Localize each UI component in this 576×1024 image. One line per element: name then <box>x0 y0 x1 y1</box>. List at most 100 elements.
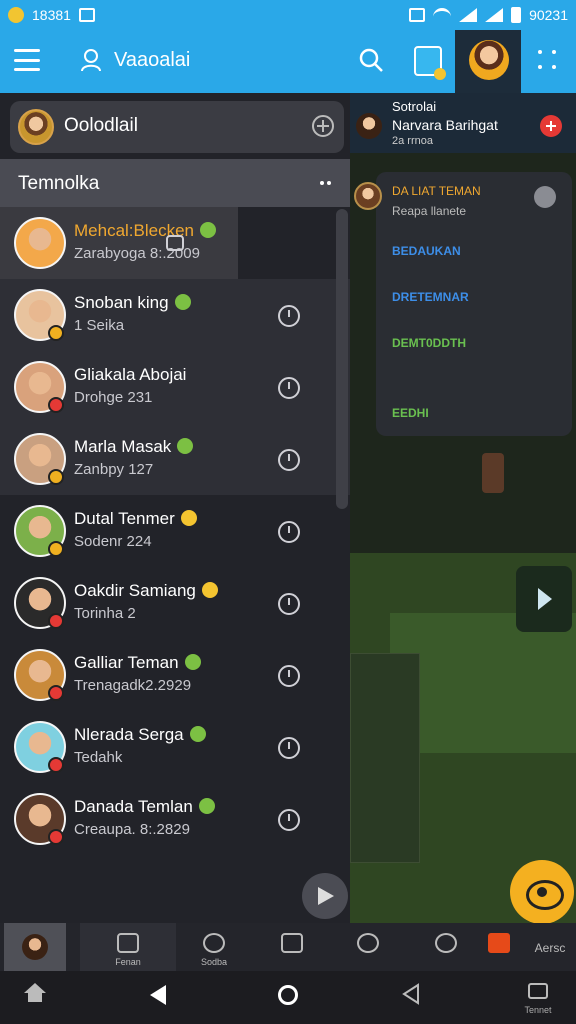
contact-name: Galliar Teman <box>74 653 201 673</box>
status-badge <box>48 469 64 485</box>
add-red-icon[interactable] <box>540 115 562 137</box>
notification-line1: Sotrolai <box>392 99 437 114</box>
contact-subtitle: Trenagadk2.2929 <box>74 677 192 694</box>
contact-name: Mehcal:Blecken <box>74 221 217 241</box>
popup-title: DA LIAT TEMAN <box>392 184 481 198</box>
contact-row[interactable]: Galliar Teman Trenagadk2.2929 <box>0 639 350 711</box>
recents-label: Tennet <box>524 1005 552 1015</box>
next-arrow-button[interactable] <box>516 566 572 632</box>
tab-music[interactable] <box>264 923 320 971</box>
clock-icon[interactable] <box>278 737 300 759</box>
contact-name-text: Oakdir Samiang <box>74 581 196 600</box>
chat-icon <box>357 933 379 953</box>
tab-profile[interactable] <box>4 923 66 971</box>
menu-icon[interactable] <box>14 49 40 71</box>
tab-video[interactable] <box>474 923 524 971</box>
clock-icon[interactable] <box>278 377 300 399</box>
contact-row[interactable]: Marla Masak Zanbpy 127 <box>0 423 350 495</box>
status-badge <box>48 397 64 413</box>
character-sprite <box>482 453 504 493</box>
contact-row[interactable]: Danada Temlan Creaupa. 8:.2829 <box>0 783 350 855</box>
contact-row[interactable]: Dutal Tenmer Sodenr 224 <box>0 495 350 567</box>
popup-avatar <box>354 182 382 210</box>
popup-option[interactable]: BEDAUKAN <box>392 244 461 258</box>
status-badge <box>48 613 64 629</box>
close-icon[interactable] <box>534 186 556 208</box>
back-icon[interactable] <box>150 985 166 1005</box>
contact-subtitle: Sodenr 224 <box>74 533 152 550</box>
emoji-icon <box>177 438 194 454</box>
section-options-icon[interactable] <box>320 181 332 185</box>
scrollbar[interactable] <box>336 209 348 509</box>
contact-subtitle: Drohge 231 <box>74 389 153 406</box>
avatar-icon <box>22 934 48 960</box>
emoji-icon <box>180 510 197 526</box>
emoji-icon <box>200 222 217 238</box>
account-button[interactable] <box>455 30 521 93</box>
contact-list: Mehcal:Blecken Zarabyoga 8:.2009 Snoban ki… <box>0 207 350 855</box>
contact-row[interactable]: Oakdir Samiang Torinha 2 <box>0 567 350 639</box>
tab-aersc[interactable]: Aersc <box>524 923 576 971</box>
forward-button[interactable] <box>302 873 348 919</box>
app-title: Vaaoalai <box>114 49 191 71</box>
popup-subtitle: Reapa llanete <box>392 204 467 218</box>
contact-name: Marla Masak <box>74 437 194 457</box>
terrain-wall <box>350 653 420 863</box>
contact-row[interactable]: Mehcal:Blecken Zarabyoga 8:.2009 <box>0 207 238 279</box>
notification-banner[interactable]: Sotrolai Narvara Barihgat 2a rrnoa <box>350 93 576 153</box>
status-badge <box>48 325 64 341</box>
clock-icon[interactable] <box>278 305 300 327</box>
app-root: 18381 90231 Vaaoalai Oolodlail Temnolka … <box>0 0 576 1024</box>
emoji-icon <box>174 294 191 310</box>
status-time-right: 90231 <box>529 7 568 23</box>
section-header: Temnolka <box>0 159 350 207</box>
tab-label: Sodba <box>200 957 228 967</box>
person-icon <box>81 49 101 72</box>
contact-subtitle: Tedahk <box>74 749 123 766</box>
notification-line2: Narvara Barihgat <box>392 117 498 133</box>
tab-search[interactable]: Sodba <box>186 923 242 971</box>
clock-icon[interactable] <box>278 593 300 615</box>
contact-subtitle: 1 Seika <box>74 317 125 334</box>
popup-option[interactable]: DEMT0DDTH <box>392 336 466 350</box>
tab-label: Fenan <box>115 957 141 967</box>
add-icon[interactable] <box>312 115 334 137</box>
status-badge <box>48 757 64 773</box>
contact-subtitle: Torinha 2 <box>74 605 136 622</box>
home-button-icon[interactable] <box>278 985 298 1005</box>
emoji-icon <box>184 654 201 670</box>
clock-icon[interactable] <box>278 809 300 831</box>
emoji-icon <box>435 933 457 953</box>
status-badge <box>48 685 64 701</box>
app-bar: Vaaoalai <box>0 30 576 93</box>
group-icon <box>117 933 139 953</box>
recents-icon[interactable] <box>528 983 548 999</box>
view-fab-button[interactable] <box>510 860 574 924</box>
notification-icon <box>8 7 24 23</box>
contact-row[interactable]: Nlerada Serga Tedahk <box>0 711 350 783</box>
emoji-icon <box>198 798 215 814</box>
message-icon <box>78 8 95 22</box>
contact-name-text: Galliar Teman <box>74 653 179 672</box>
search-icon[interactable] <box>358 47 384 73</box>
stop-icon[interactable] <box>166 235 184 251</box>
tab-chat[interactable] <box>340 923 396 971</box>
more-options-icon[interactable] <box>538 50 558 72</box>
popup-option[interactable]: EEDHI <box>392 406 429 420</box>
back-outline-icon[interactable] <box>400 983 422 1005</box>
home-icon[interactable] <box>24 983 46 1003</box>
contact-name-text: Dutal Tenmer <box>74 509 175 528</box>
profile-card[interactable]: Oolodlail <box>10 101 344 153</box>
avatar <box>469 40 509 80</box>
tab-fenan[interactable]: Fenan <box>80 923 176 971</box>
tab-emoji[interactable] <box>418 923 474 971</box>
contact-avatar <box>14 217 66 269</box>
search-tab-icon <box>203 933 225 953</box>
contact-row[interactable]: Snoban king 1 Seika <box>0 279 350 351</box>
clock-icon[interactable] <box>278 449 300 471</box>
contact-row[interactable]: Gliakala Abojai Drohge 231 <box>0 351 350 423</box>
compose-button[interactable] <box>414 46 446 80</box>
clock-icon[interactable] <box>278 665 300 687</box>
clock-icon[interactable] <box>278 521 300 543</box>
popup-option[interactable]: DRETEMNAR <box>392 290 469 304</box>
